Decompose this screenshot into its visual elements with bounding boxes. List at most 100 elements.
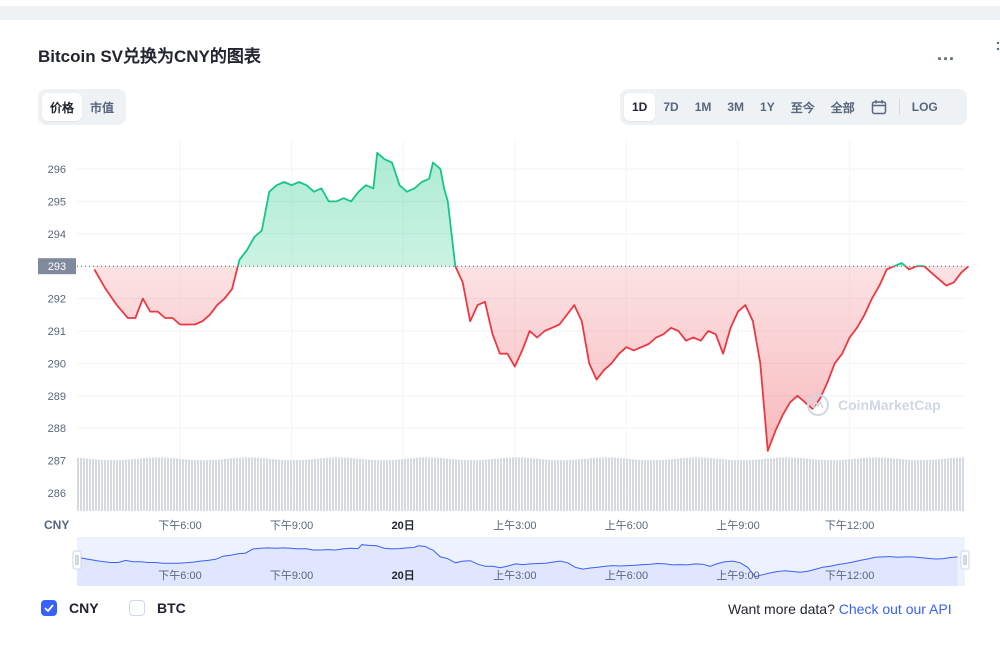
volume-bar [452, 459, 454, 511]
volume-bar [491, 459, 493, 511]
navigator-tick-label: 上午9:00 [716, 569, 759, 582]
price-chart[interactable]: 286287288289290291292293294295296293CNY下… [0, 0, 1000, 600]
volume-bar [503, 457, 505, 511]
navigator-handle-right[interactable] [960, 550, 970, 570]
volume-bar [323, 457, 325, 511]
volume-bar [929, 460, 931, 511]
legend-label-cny: CNY [69, 600, 99, 616]
volume-bar [620, 458, 622, 511]
volume-bar [836, 460, 838, 511]
volume-bar [161, 457, 163, 511]
volume-bar [722, 459, 724, 511]
volume-bar [263, 458, 265, 511]
volume-bar [884, 457, 886, 511]
volume-bar [887, 457, 889, 511]
volume-bar [329, 457, 331, 511]
volume-bar [476, 460, 478, 511]
volume-bar [824, 460, 826, 511]
volume-bar [800, 458, 802, 511]
volume-bar [119, 460, 121, 511]
volume-bar [380, 460, 382, 511]
x-tick-label: 上午3:00 [493, 519, 536, 532]
volume-bar [539, 458, 541, 511]
volume-bar [938, 459, 940, 511]
volume-bar [812, 459, 814, 511]
volume-bar [923, 460, 925, 511]
volume-bar [209, 460, 211, 511]
volume-bar [110, 460, 112, 511]
volume-bar [188, 459, 190, 511]
volume-bar [749, 460, 751, 511]
y-tick-label: 289 [48, 391, 66, 403]
volume-bar [782, 457, 784, 511]
volume-bar [293, 460, 295, 511]
volume-bar [152, 457, 154, 511]
volume-bar [302, 459, 304, 511]
volume-bar [674, 458, 676, 511]
volume-bar [431, 457, 433, 511]
volume-bar [362, 459, 364, 511]
legend-cny[interactable]: CNY [41, 600, 99, 616]
volume-bar [689, 457, 691, 511]
volume-bar [947, 458, 949, 511]
volume-bar [203, 460, 205, 511]
volume-bar [365, 459, 367, 511]
volume-bar [260, 457, 262, 511]
volume-bar [113, 460, 115, 511]
volume-bar [692, 457, 694, 511]
volume-bar [833, 460, 835, 511]
volume-bar [797, 457, 799, 511]
legend-label-btc: BTC [157, 600, 186, 616]
volume-bar [830, 460, 832, 511]
volume-bar [437, 457, 439, 511]
volume-bar [344, 457, 346, 511]
volume-bar [872, 457, 874, 511]
volume-bar [116, 460, 118, 511]
x-tick-label: 下午12:00 [825, 519, 875, 532]
volume-bar [311, 459, 313, 511]
volume-bar [755, 459, 757, 511]
volume-bar [731, 460, 733, 511]
y-tick-label: 291 [48, 326, 66, 338]
navigator-handle-left[interactable] [72, 550, 82, 570]
volume-bar [512, 457, 514, 511]
volume-bar [857, 458, 859, 511]
api-link[interactable]: Check out our API [839, 601, 952, 617]
volume-bar [863, 457, 865, 511]
volume-bar [734, 460, 736, 511]
checkbox-unchecked-icon[interactable] [129, 600, 145, 616]
volume-bar [440, 457, 442, 511]
volume-bar [401, 459, 403, 511]
volume-bar [392, 459, 394, 511]
volume-bar [659, 460, 661, 511]
volume-bar [713, 458, 715, 511]
volume-bar [458, 459, 460, 511]
volume-bar [221, 459, 223, 511]
y-tick-label: 294 [48, 229, 66, 241]
volume-bar [284, 460, 286, 511]
volume-bar [446, 458, 448, 511]
volume-bar [200, 460, 202, 511]
volume-bar [89, 458, 91, 511]
volume-bar [677, 458, 679, 511]
volume-bar [101, 459, 103, 511]
volume-bar [614, 457, 616, 511]
volume-bar [383, 460, 385, 511]
volume-bar [137, 458, 139, 511]
volume-bar [587, 458, 589, 511]
volume-bar [848, 459, 850, 511]
checkbox-checked-icon[interactable] [41, 600, 57, 616]
volume-bar [218, 459, 220, 511]
volume-bar [944, 458, 946, 511]
volume-bar [308, 459, 310, 511]
volume-bar [647, 460, 649, 511]
legend-btc[interactable]: BTC [129, 600, 186, 616]
volume-bar [572, 459, 574, 511]
volume-bar [470, 460, 472, 511]
volume-bar [170, 457, 172, 511]
volume-bar [536, 458, 538, 511]
volume-bar [125, 459, 127, 511]
volume-bar [455, 459, 457, 511]
y-tick-label: 292 [48, 294, 66, 306]
volume-bar [728, 459, 730, 511]
